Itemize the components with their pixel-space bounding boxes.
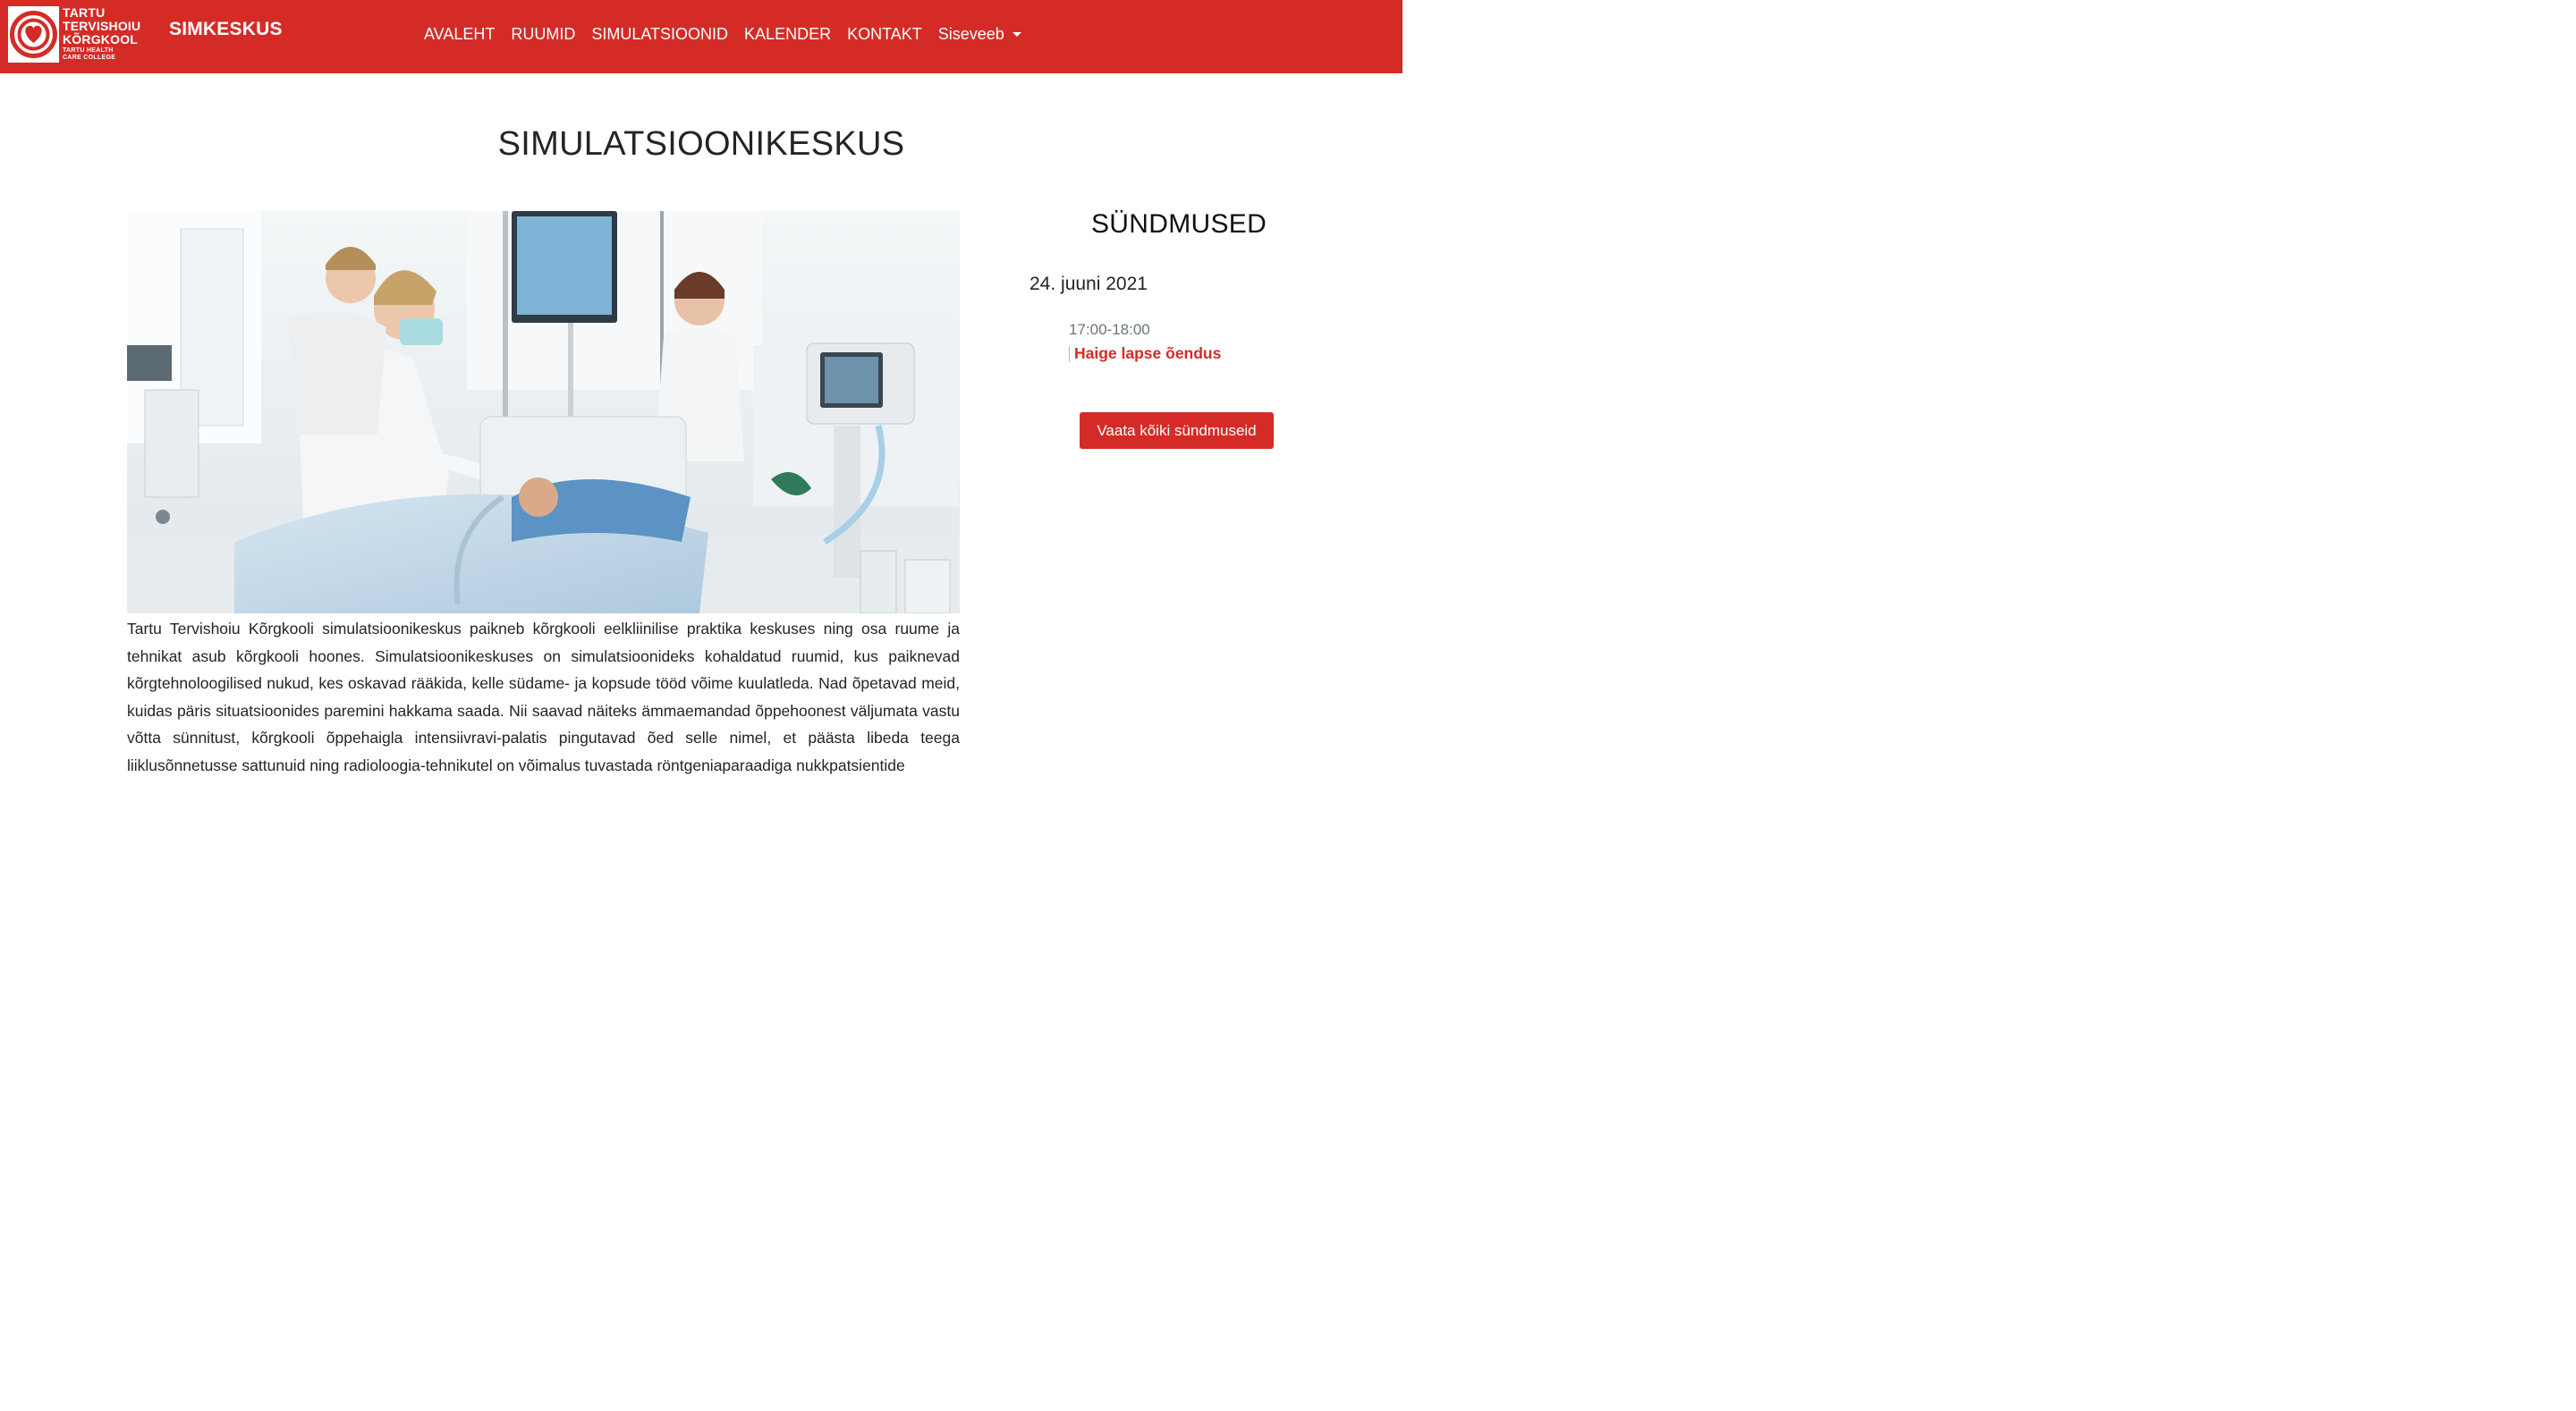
event-time: 17:00-18:00 (1069, 321, 1150, 338)
view-all-events-button[interactable]: Vaata kõiki sündmuseid (1080, 412, 1274, 449)
events-heading: SÜNDMUSED (1091, 209, 1267, 239)
main-nav: AVALEHT RUUMID SIMULATSIOONID KALENDER K… (424, 24, 1038, 44)
intro-paragraph: Tartu Tervishoiu Kõrgkooli simulatsiooni… (127, 620, 960, 774)
top-navbar: TARTU TERVISHOIU KÕRGKOOL TARTU HEALTH C… (0, 0, 1402, 73)
nav-item-kontakt[interactable]: KONTAKT (847, 24, 922, 44)
page-title: SIMULATSIOONIKESKUS (497, 125, 905, 163)
logo-line-4: TARTU HEALTH (63, 47, 114, 54)
nav-dropdown-label: Siseveeb (937, 25, 1004, 43)
heart-spiral-logo-icon (8, 6, 59, 63)
event-divider (1069, 346, 1070, 362)
nav-item-ruumid[interactable]: RUUMID (511, 24, 575, 44)
logo-line-2: TERVISHOIU (63, 19, 141, 33)
nav-item-kalender[interactable]: KALENDER (744, 24, 831, 44)
nav-item-avaleht[interactable]: AVALEHT (424, 24, 495, 44)
simulation-room-photo (127, 211, 960, 613)
event-date: 24. juuni 2021 (1030, 274, 1148, 294)
event-link[interactable]: Haige lapse õendus (1074, 344, 1221, 363)
nav-item-simulatsioonid[interactable]: SIMULATSIOONID (591, 24, 728, 44)
logo-line-5: CARE COLLEGE (63, 55, 116, 61)
hero-photo (127, 211, 960, 613)
college-logo[interactable]: TARTU TERVISHOIU KÕRGKOOL TARTU HEALTH C… (8, 6, 147, 63)
nav-dropdown-siseveeb[interactable]: Siseveeb (938, 24, 1021, 44)
logo-line-1: TARTU (63, 5, 106, 20)
caret-down-icon (1012, 31, 1021, 37)
logo-line-3: KÕRGKOOL (63, 32, 139, 46)
site-brand-link[interactable]: SIMKESKUS (169, 19, 283, 40)
